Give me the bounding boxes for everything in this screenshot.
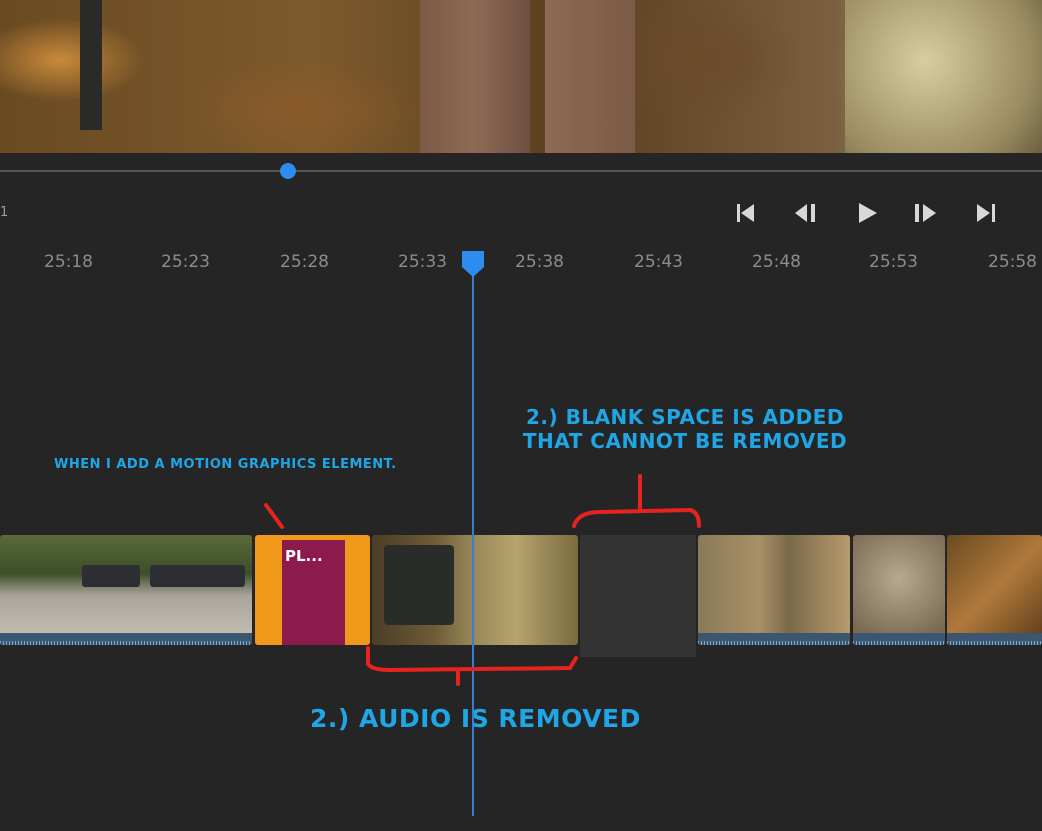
annotation-audio-removed: 2.) AUDIO IS REMOVED (310, 704, 641, 733)
skip-to-start-icon[interactable] (733, 200, 759, 226)
annotation-blank-space-line1: 2.) BLANK SPACE IS ADDED (525, 405, 845, 429)
truck-thumbnail (150, 565, 245, 587)
tick-label: 25:53 (869, 252, 918, 272)
playhead-line (472, 270, 474, 816)
skip-to-end-icon[interactable] (973, 200, 999, 226)
scrub-knob[interactable] (280, 163, 296, 179)
tick-label: 25:43 (634, 252, 683, 272)
clip-vehicles[interactable] (0, 535, 252, 645)
preview-rock (845, 0, 1042, 153)
annotation-blank-space-line2: THAT CANNOT BE REMOVED (522, 429, 848, 453)
tick-label: 25:23 (161, 252, 210, 272)
red-bracket-gap (572, 474, 701, 528)
tick-label: 25:18 (44, 252, 93, 272)
frame-label: 1 (0, 205, 9, 220)
timeline-ruler[interactable]: 25:18 25:23 25:28 25:33 25:38 25:43 25:4… (0, 252, 1042, 276)
tick-label: 25:58 (988, 252, 1037, 272)
audio-waveform (947, 633, 1042, 645)
preview-person-leg (545, 0, 635, 153)
truck-thumbnail (82, 565, 140, 587)
play-icon[interactable] (854, 200, 880, 226)
scrub-bar[interactable] (0, 170, 1042, 172)
video-track: PL... (0, 535, 1042, 660)
step-forward-icon[interactable] (912, 200, 938, 226)
audio-waveform (698, 633, 850, 645)
audio-waveform (853, 633, 945, 645)
tick-label: 25:48 (752, 252, 801, 272)
preview-pole (80, 0, 102, 130)
step-back-icon[interactable] (793, 200, 819, 226)
playhead-handle[interactable] (461, 250, 485, 278)
video-preview (0, 0, 1042, 153)
motion-graphic-label: PL... (285, 547, 323, 565)
blank-gap[interactable] (580, 535, 696, 657)
preview-person-leg (420, 0, 530, 153)
clip-motion-graphic[interactable]: PL... (255, 535, 370, 645)
audio-waveform (0, 633, 252, 645)
tick-label: 25:33 (398, 252, 447, 272)
utv-thumbnail (384, 545, 454, 625)
clip-forest-floor[interactable] (947, 535, 1042, 645)
tick-label: 25:38 (515, 252, 564, 272)
tick-label: 25:28 (280, 252, 329, 272)
annotation-motion-graphics: WHEN I ADD A MOTION GRAPHICS ELEMENT. (54, 457, 397, 472)
clip-stone-wall[interactable] (698, 535, 850, 645)
annotation-blank-space: 2.) BLANK SPACE IS ADDED THAT CANNOT BE … (500, 405, 870, 453)
red-tick-mark (264, 503, 284, 529)
clip-utv-trail[interactable] (372, 535, 578, 645)
clip-blurred-leaves[interactable] (853, 535, 945, 645)
